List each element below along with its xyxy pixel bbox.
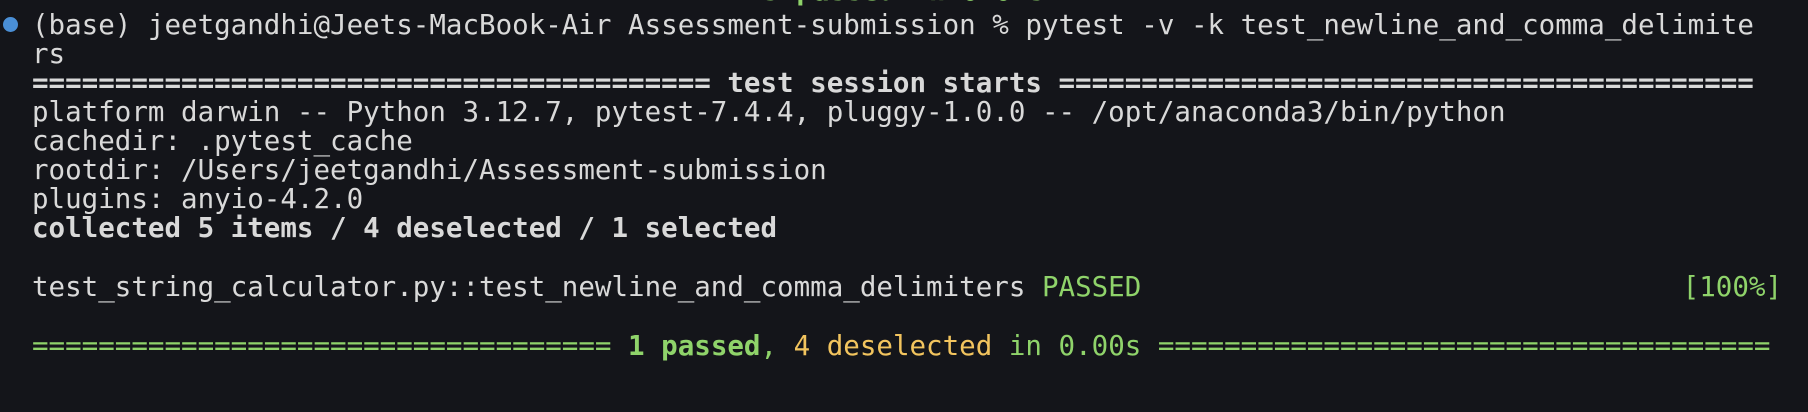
summary-passed: 1 passed <box>628 330 761 362</box>
test-status-badge: PASSED <box>1041 271 1142 303</box>
summary-time: in 0.00s <box>992 330 1142 362</box>
terminal-window[interactable]: 5 passed in 0.01s (base) jeetgandhi@Jeet… <box>0 0 1808 412</box>
test-result-row: test_string_calculator.py::test_newline_… <box>32 270 1141 304</box>
shell-prompt: (base) jeetgandhi@Jeets-MacBook-Air Asse… <box>32 9 1026 41</box>
summary-deselected: 4 deselected <box>793 330 993 362</box>
previous-output-clipped: 5 passed in 0.01s <box>0 0 1808 8</box>
typed-command: pytest -v -k test_newline_and_comma_deli… <box>1025 9 1754 41</box>
prompt-status-dot-icon <box>3 17 18 32</box>
summary-right-bar: ===================================== <box>1141 330 1771 362</box>
command-line-1: (base) jeetgandhi@Jeets-MacBook-Air Asse… <box>32 8 1754 42</box>
test-id: test_string_calculator.py::test_newline_… <box>32 271 1042 303</box>
collected-summary: collected 5 items / 4 deselected / 1 sel… <box>32 212 778 244</box>
test-progress: [100%] <box>1682 271 1782 303</box>
summary-comma: , <box>760 330 794 362</box>
final-summary: =================================== 1 pa… <box>32 329 1770 363</box>
summary-left-bar: =================================== <box>32 330 629 362</box>
